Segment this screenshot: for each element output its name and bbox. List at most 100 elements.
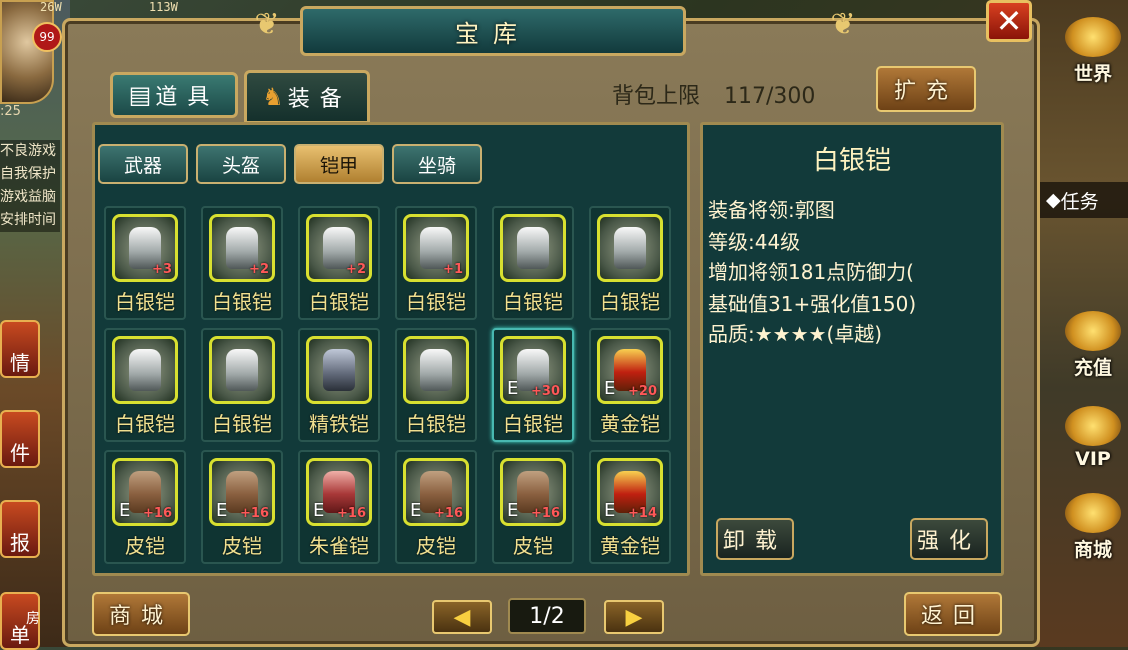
title-ornament-right: ❦ bbox=[830, 6, 856, 42]
vip-icon bbox=[1065, 406, 1121, 446]
item-name: 皮铠 bbox=[513, 534, 553, 558]
item-frame: E +16 bbox=[306, 458, 372, 526]
equipped-mark: E bbox=[604, 500, 616, 521]
item-frame bbox=[209, 336, 275, 404]
item-name: 皮铠 bbox=[222, 534, 262, 558]
equipped-mark: E bbox=[410, 500, 422, 521]
equipment-slot[interactable]: +3 白银铠 bbox=[104, 206, 186, 320]
coin-icon bbox=[1065, 311, 1121, 351]
world-label: 世界 bbox=[1073, 63, 1112, 85]
equipment-slot[interactable]: +2 白银铠 bbox=[298, 206, 380, 320]
equipment-slot[interactable]: E +16 皮铠 bbox=[104, 450, 186, 564]
notice-line: 自我保护 bbox=[0, 166, 56, 182]
book-icon: ▤ bbox=[128, 81, 152, 109]
equipment-slot[interactable]: +1 白银铠 bbox=[395, 206, 477, 320]
notice-line: 不良游戏 bbox=[0, 143, 56, 159]
item-name: 白银铠 bbox=[115, 412, 175, 436]
item-name: 黄金铠 bbox=[600, 412, 660, 436]
item-name: 白银铠 bbox=[309, 290, 369, 314]
item-name: 白银铠 bbox=[406, 290, 466, 314]
enhance-level: +2 bbox=[346, 262, 366, 277]
shop-button[interactable]: 商城 bbox=[92, 592, 190, 636]
world-button[interactable]: 世界 bbox=[1058, 8, 1128, 86]
back-button[interactable]: 返回 bbox=[904, 592, 1002, 636]
shop-side-button[interactable]: 商城 bbox=[1058, 484, 1128, 562]
equipment-slot[interactable]: 白银铠 bbox=[201, 328, 283, 442]
equipment-slot[interactable]: E +14 黄金铠 bbox=[589, 450, 671, 564]
equipped-mark: E bbox=[507, 378, 519, 399]
bag-capacity: 背包上限 117/300 bbox=[612, 78, 815, 110]
equipment-slot[interactable]: E +16 皮铠 bbox=[201, 450, 283, 564]
item-frame: +3 bbox=[112, 214, 178, 282]
vip-button[interactable]: VIP bbox=[1058, 392, 1128, 470]
item-name: 白银铠 bbox=[503, 290, 563, 314]
item-frame: E +16 bbox=[500, 458, 566, 526]
item-name: 白银铠 bbox=[600, 290, 660, 314]
item-detail-panel bbox=[700, 122, 1004, 576]
enhance-button[interactable]: 强化 bbox=[910, 518, 988, 560]
shop-side-label: 商城 bbox=[1073, 539, 1112, 561]
enhance-level: +1 bbox=[443, 262, 463, 277]
item-name: 白银铠 bbox=[212, 290, 272, 314]
vip-label: VIP bbox=[1075, 448, 1111, 470]
equipment-slot[interactable]: +2 白银铠 bbox=[201, 206, 283, 320]
enhance-level: +16 bbox=[337, 506, 366, 521]
tab-items[interactable]: ▤ 道具 bbox=[110, 72, 238, 118]
tab-equipment[interactable]: ♞ 装备 bbox=[244, 70, 370, 124]
player-avatar[interactable] bbox=[0, 0, 54, 104]
equipment-slot[interactable]: E +16 皮铠 bbox=[395, 450, 477, 564]
enhance-level: +30 bbox=[531, 384, 560, 399]
subtab-mount[interactable]: 坐骑 bbox=[392, 144, 482, 184]
next-page-button[interactable]: ▶ bbox=[604, 600, 664, 634]
item-detail-name: 白银铠 bbox=[812, 146, 891, 176]
task-button[interactable]: ◆ 任务 bbox=[1036, 182, 1128, 218]
tab-equipment-label: 装备 bbox=[287, 87, 352, 112]
task-label: 任务 bbox=[1060, 190, 1099, 213]
expand-button[interactable]: 扩充 bbox=[876, 66, 976, 112]
close-button[interactable]: ✕ bbox=[986, 0, 1032, 42]
enhance-level: +20 bbox=[628, 384, 657, 399]
recharge-button[interactable]: 充值 bbox=[1058, 302, 1128, 380]
equipment-slot[interactable]: 白银铠 bbox=[104, 328, 186, 442]
item-frame: E +16 bbox=[112, 458, 178, 526]
enhance-level: +16 bbox=[240, 506, 269, 521]
left-menu-icon[interactable]: 报 bbox=[0, 500, 40, 558]
capacity-value: 117/300 bbox=[724, 84, 816, 109]
equipped-mark: E bbox=[604, 378, 616, 399]
equipment-slot[interactable]: 精铁铠 bbox=[298, 328, 380, 442]
left-menu-icon[interactable]: 情 bbox=[0, 320, 40, 378]
gold-ingot-icon bbox=[1065, 493, 1121, 533]
left-menu-icon[interactable]: 件 bbox=[0, 410, 40, 468]
detail-quality: 品质:★★★★(卓越) bbox=[708, 322, 883, 346]
equipment-slot[interactable]: 白银铠 bbox=[492, 206, 574, 320]
helmet-icon: ♞ bbox=[262, 83, 284, 111]
armor-icon bbox=[420, 349, 452, 391]
item-frame bbox=[597, 214, 663, 282]
equipment-slot[interactable]: E +20 黄金铠 bbox=[589, 328, 671, 442]
item-frame: +1 bbox=[403, 214, 469, 282]
subtab-helmet[interactable]: 头盔 bbox=[196, 144, 286, 184]
subtab-weapon[interactable]: 武器 bbox=[98, 144, 188, 184]
equipped-mark: E bbox=[119, 500, 131, 521]
equipment-slot[interactable]: E +16 朱雀铠 bbox=[298, 450, 380, 564]
armor-icon bbox=[129, 349, 161, 391]
equipment-slot[interactable]: E +30 白银铠 bbox=[492, 328, 574, 442]
unequip-button[interactable]: 卸载 bbox=[716, 518, 794, 560]
resource-a: 26W bbox=[40, 0, 62, 14]
triangle-right-icon: ▶ bbox=[625, 604, 643, 630]
detail-general: 装备将领:郭图 bbox=[708, 198, 835, 222]
subtab-armor[interactable]: 铠甲 bbox=[294, 144, 384, 184]
prev-page-button[interactable]: ◀ bbox=[432, 600, 492, 634]
item-frame: E +14 bbox=[597, 458, 663, 526]
equipment-slot[interactable]: 白银铠 bbox=[589, 206, 671, 320]
armor-icon bbox=[517, 227, 549, 269]
item-frame bbox=[112, 336, 178, 404]
item-frame: +2 bbox=[209, 214, 275, 282]
equipment-slot[interactable]: 白银铠 bbox=[395, 328, 477, 442]
equipment-slot[interactable]: E +16 皮铠 bbox=[492, 450, 574, 564]
detail-defense-breakdown: 基础值31+强化值150) bbox=[708, 292, 917, 316]
item-frame bbox=[500, 214, 566, 282]
resource-b: 113W bbox=[148, 0, 178, 14]
equipped-mark: E bbox=[216, 500, 228, 521]
item-name: 皮铠 bbox=[416, 534, 456, 558]
